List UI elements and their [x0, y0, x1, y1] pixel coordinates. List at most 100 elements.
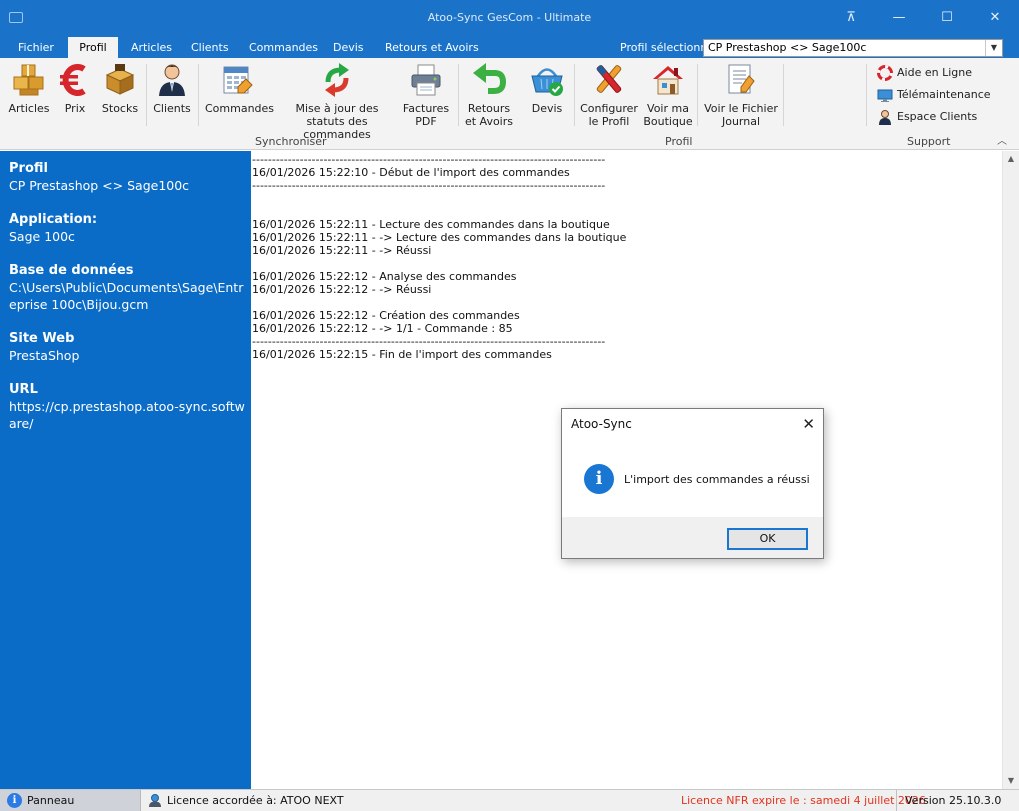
message-dialog: Atoo-Sync ✕ i L'import des commandes a r… — [561, 408, 824, 559]
articles-button[interactable]: Articles — [8, 62, 50, 115]
maj-statuts-label-line1: Mise à jour des — [295, 102, 379, 115]
site-label: Site Web — [9, 331, 75, 346]
voir-boutique-button[interactable]: Voir ma Boutique — [643, 62, 693, 128]
journal-label-line1: Voir le Fichier — [704, 102, 778, 115]
group-label-synchroniser: Synchroniser — [255, 135, 327, 148]
tab-articles[interactable]: Articles — [131, 37, 172, 58]
log-line: ----------------------------------------… — [252, 179, 606, 192]
espace-label: Espace Clients — [897, 110, 978, 123]
retours-avoirs-button[interactable]: Retours et Avoirs — [463, 62, 515, 128]
journal-icon — [728, 64, 755, 94]
stocks-button[interactable]: Stocks — [101, 62, 139, 115]
log-line: 16/01/2026 15:22:12 - Création des comma… — [252, 309, 520, 322]
profile-selector-label: Profil sélectionné — [620, 41, 715, 54]
chevron-down-icon[interactable]: ▼ — [985, 40, 1002, 56]
tab-profil[interactable]: Profil — [68, 37, 118, 58]
tab-devis[interactable]: Devis — [333, 37, 364, 58]
profil-value: CP Prestashop <> Sage100c — [9, 178, 190, 193]
journal-label-line2: Journal — [721, 115, 761, 128]
info-icon: i — [7, 793, 22, 808]
stock-box-icon — [105, 64, 135, 95]
tab-clients[interactable]: Clients — [191, 37, 229, 58]
stocks-label: Stocks — [101, 102, 139, 115]
retours-label-line1: Retours — [467, 102, 511, 115]
devis-button[interactable]: Devis — [526, 62, 568, 115]
client-user-icon — [159, 64, 185, 96]
configurer-profil-button[interactable]: Configurer le Profil — [578, 62, 640, 128]
profil-label: Profil — [9, 161, 48, 176]
profile-selector[interactable]: CP Prestashop <> Sage100c ▼ — [703, 39, 1003, 57]
return-arrow-icon — [473, 63, 507, 94]
aide-en-ligne-button[interactable]: Aide en Ligne — [877, 64, 972, 82]
telemaintenance-button[interactable]: Télémaintenance — [877, 86, 991, 104]
status-bar: i Panneau d'information Licence accordée… — [0, 789, 1019, 811]
maximize-button[interactable]: ☐ — [935, 7, 959, 29]
lifebuoy-icon — [877, 65, 893, 81]
clients-button[interactable]: Clients — [153, 62, 191, 115]
group-label-support: Support — [907, 135, 951, 148]
url-label: URL — [9, 382, 38, 397]
collapse-ribbon-icon[interactable]: ︿ — [997, 132, 1007, 147]
telemaintenance-label: Télémaintenance — [897, 88, 991, 101]
close-icon[interactable]: ✕ — [802, 415, 815, 433]
version-label: Version 25.10.3.0 — [896, 790, 1001, 811]
info-panel: Profil CP Prestashop <> Sage100c Applica… — [0, 151, 251, 789]
ribbon-separator — [198, 64, 199, 126]
log-line: 16/01/2026 15:22:12 - -> 1/1 - Commande … — [252, 322, 513, 335]
profile-selector-value: CP Prestashop <> Sage100c — [708, 41, 867, 54]
minimize-button[interactable]: — — [887, 7, 911, 29]
boutique-label-line1: Voir ma — [647, 102, 689, 115]
info-panel-toggle-label: Panneau d'information — [27, 794, 75, 807]
tab-commandes[interactable]: Commandes — [249, 37, 318, 58]
prix-button[interactable]: Prix — [57, 62, 93, 115]
tools-icon — [596, 64, 622, 93]
factures-pdf-button[interactable]: Factures PDF — [402, 62, 450, 128]
printer-icon — [411, 64, 441, 96]
ribbon-separator — [458, 64, 459, 126]
factures-label-line1: Factures — [402, 102, 450, 115]
tab-fichier[interactable]: Fichier — [18, 37, 54, 58]
ribbon: Articles Prix Stocks Clients Commandes M… — [0, 58, 1019, 150]
configurer-label-line2: le Profil — [588, 115, 630, 128]
voir-journal-button[interactable]: Voir le Fichier Journal — [704, 62, 778, 128]
pin-icon[interactable]: ⊼ — [839, 7, 863, 29]
license-text: Licence accordée à: ATOO NEXT — [167, 794, 344, 807]
menu-bar: Fichier Profil Articles Clients Commande… — [0, 37, 1019, 58]
orders-calendar-icon — [223, 66, 253, 94]
ribbon-separator — [866, 64, 867, 126]
aide-label: Aide en Ligne — [897, 66, 972, 79]
ribbon-separator — [783, 64, 784, 126]
scroll-down-icon[interactable]: ▼ — [1003, 773, 1019, 789]
log-line: 16/01/2026 15:22:11 - Lecture des comman… — [252, 218, 610, 231]
tab-retours[interactable]: Retours et Avoirs — [385, 37, 479, 58]
dialog-title: Atoo-Sync — [571, 417, 632, 431]
ribbon-separator — [697, 64, 698, 126]
boutique-label-line2: Boutique — [643, 115, 693, 128]
articles-label: Articles — [8, 102, 50, 115]
group-label-profil: Profil — [665, 135, 693, 148]
log-line: 16/01/2026 15:22:12 - Analyse des comman… — [252, 270, 517, 283]
window-title: Atoo-Sync GesCom - Ultimate — [427, 11, 592, 24]
devis-label: Devis — [531, 102, 563, 115]
title-bar: Atoo-Sync GesCom - Ultimate ⊼ — ☐ ✕ — [0, 0, 1019, 37]
configurer-label-line1: Configurer — [580, 102, 638, 115]
log-line: 16/01/2026 15:22:11 - -> Réussi — [252, 244, 432, 257]
site-value: PrestaShop — [9, 348, 80, 363]
monitor-icon — [877, 89, 893, 102]
info-panel-toggle[interactable]: i Panneau d'information — [0, 790, 141, 811]
ribbon-separator — [574, 64, 575, 126]
maj-statuts-button[interactable]: Mise à jour des statuts des commandes — [278, 62, 396, 141]
info-icon: i — [584, 464, 614, 494]
espace-clients-button[interactable]: Espace Clients — [877, 108, 977, 126]
ok-button[interactable]: OK — [727, 528, 808, 550]
commandes-button[interactable]: Commandes — [205, 62, 274, 115]
vertical-scrollbar[interactable]: ▲ ▼ — [1002, 151, 1019, 789]
clients-label: Clients — [153, 102, 191, 115]
prix-label: Prix — [64, 102, 86, 115]
close-button[interactable]: ✕ — [983, 7, 1007, 29]
log-line: 16/01/2026 15:22:12 - -> Réussi — [252, 283, 432, 296]
scroll-up-icon[interactable]: ▲ — [1003, 151, 1019, 167]
